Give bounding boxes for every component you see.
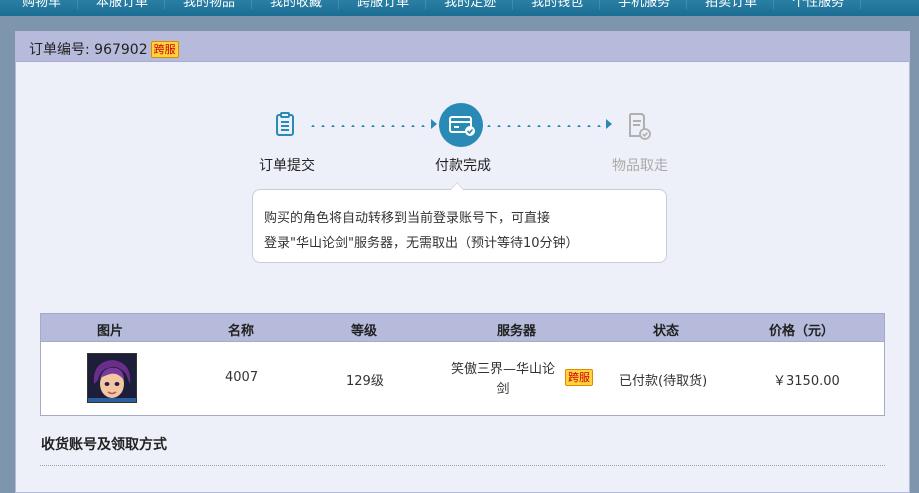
nav-item-wallet[interactable]: 我的钱包: [513, 0, 601, 10]
item-server: 笑傲三界—华山论 剑: [444, 360, 562, 400]
col-header-name: 名称: [228, 324, 255, 339]
item-name: 4007: [225, 370, 259, 385]
item-status: 已付款(待取货): [619, 374, 708, 389]
card-check-icon: [439, 103, 483, 147]
document-list-icon: [263, 103, 307, 147]
item-price: ￥3150.00: [773, 374, 840, 389]
cross-server-badge: 跨服: [565, 369, 593, 386]
order-header: 订单编号: 967902 跨服: [16, 32, 909, 62]
nav-item-server-orders[interactable]: 本服订单: [78, 0, 166, 10]
item-server-line-1: 笑傲三界—华山论: [450, 362, 555, 377]
col-header-price: 价格（元）: [769, 324, 835, 339]
nav-item-cart[interactable]: 购物车: [0, 0, 79, 10]
item-server-line-2: 剑: [496, 382, 510, 397]
step-connector: [308, 125, 431, 127]
character-avatar[interactable]: [87, 353, 137, 403]
col-header-image: 图片: [97, 324, 124, 339]
nav-item-mobile[interactable]: 手机服务: [600, 0, 688, 10]
order-panel: 订单编号: 967902 跨服 订单提交 付款完成 物品取走 购买的角色将自动转…: [15, 31, 910, 493]
nav-item-auction-orders[interactable]: 拍卖订单: [687, 0, 775, 10]
step-label-paid: 付款完成: [435, 158, 491, 174]
cross-server-badge: 跨服: [150, 41, 179, 58]
document-check-icon: [616, 103, 660, 147]
order-number: 订单编号: 967902 跨服: [29, 39, 179, 59]
step-label-submitted: 订单提交: [259, 158, 315, 174]
step-arrow: [431, 119, 437, 129]
nav-item-history[interactable]: 我的足迹: [426, 0, 514, 10]
top-nav: 购物车 本服订单 我的物品 我的收藏 跨服订单 我的足迹 我的钱包 手机服务 拍…: [0, 0, 919, 16]
tooltip-line-2: 登录"华山论剑"服务器，无需取出（预计等待10分钟）: [264, 236, 579, 251]
col-header-status: 状态: [653, 324, 680, 339]
nav-item-personal[interactable]: 个性服务: [774, 0, 862, 10]
col-header-level: 等级: [351, 324, 378, 339]
table-header: 图片 名称 等级 服务器 状态 价格（元）: [41, 314, 884, 342]
nav-item-favorites[interactable]: 我的收藏: [252, 0, 340, 10]
step-label-picked-up: 物品取走: [612, 158, 668, 174]
item-level: 129级: [346, 374, 384, 389]
tooltip-line-1: 购买的角色将自动转移到当前登录账号下，可直接: [264, 211, 551, 226]
status-tooltip: 购买的角色将自动转移到当前登录账号下，可直接 登录"华山论剑"服务器，无需取出（…: [252, 182, 667, 263]
order-number-text: 订单编号: 967902: [29, 42, 148, 58]
col-header-server: 服务器: [497, 324, 537, 339]
section-divider: [40, 465, 885, 466]
order-items-table: 图片 名称 等级 服务器 状态 价格（元） 4007 129级 笑傲三界—华山论…: [40, 313, 885, 416]
nav-item-my-items[interactable]: 我的物品: [165, 0, 253, 10]
server-badge-wrap: 跨服: [565, 369, 593, 386]
step-arrow: [606, 119, 612, 129]
section-title-account-pickup: 收货账号及领取方式: [41, 437, 167, 453]
step-connector: [484, 125, 607, 127]
nav-item-cross-server-orders[interactable]: 跨服订单: [339, 0, 427, 10]
